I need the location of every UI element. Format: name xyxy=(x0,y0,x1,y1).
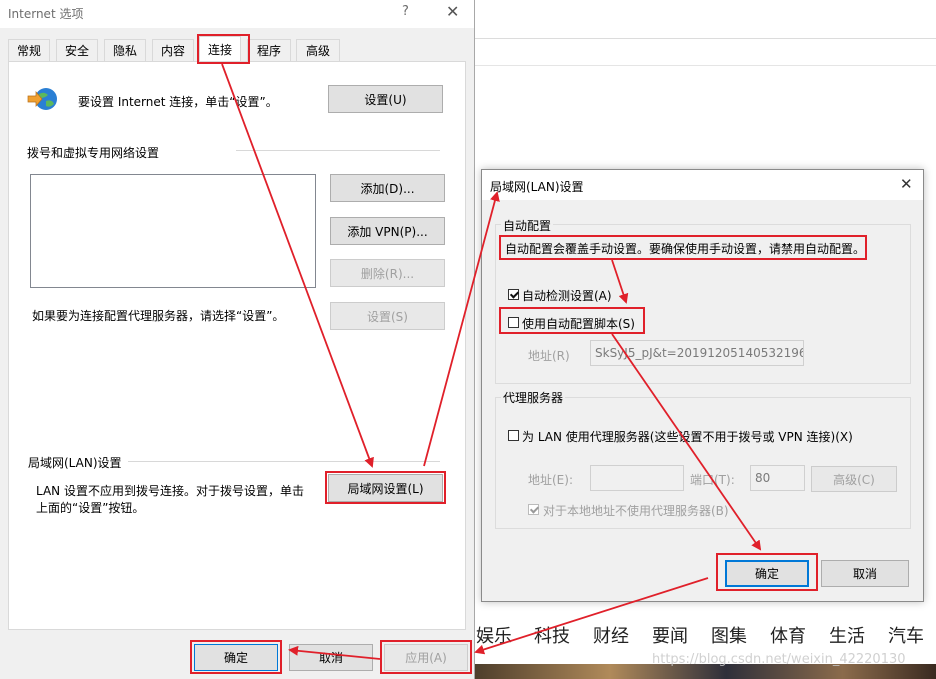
proxy-hint-text: 如果要为连接配置代理服务器，请选择“设置”。 xyxy=(32,309,285,323)
tab-privacy[interactable]: 隐私 xyxy=(104,39,146,61)
lan-title-bar: 局域网(LAN)设置 ✕ xyxy=(482,170,923,200)
setup-button[interactable]: 设置(U) xyxy=(328,85,443,113)
use-proxy-checkbox[interactable] xyxy=(508,430,519,441)
background-top-bar xyxy=(470,0,936,39)
dialup-heading: 拨号和虚拟专用网络设置 xyxy=(27,146,160,160)
lan-settings-dialog: 局域网(LAN)设置 ✕ 自动配置 自动配置会覆盖手动设置。要确保使用手动设置，… xyxy=(481,169,924,602)
bypass-local-label[interactable]: 对于本地地址不使用代理服务器(B) xyxy=(543,502,729,519)
port-field[interactable]: 80 xyxy=(750,465,805,491)
lan-dialog-title: 局域网(LAN)设置 xyxy=(490,180,584,194)
title-bar: Internet 选项 ? ✕ xyxy=(0,0,474,28)
lan-description-line1: LAN 设置不应用到拨号连接。对于拨号设置，单击 xyxy=(36,484,304,498)
highlight-auto-config-note xyxy=(499,235,867,260)
tab-advanced[interactable]: 高级 xyxy=(296,39,340,61)
script-address-label: 地址(R) xyxy=(528,349,570,363)
highlight-apply xyxy=(380,640,472,674)
nav-item-sports[interactable]: 体育 xyxy=(770,622,806,648)
settings-button[interactable]: 设置(S) xyxy=(330,302,445,330)
highlight-use-script xyxy=(499,307,645,334)
tab-programs[interactable]: 程序 xyxy=(247,39,291,61)
background-second-bar xyxy=(470,39,936,66)
highlight-lan-ok xyxy=(716,553,818,591)
nav-item-tech[interactable]: 科技 xyxy=(534,622,570,648)
lan-cancel-button[interactable]: 取消 xyxy=(821,560,909,587)
tab-security[interactable]: 安全 xyxy=(56,39,98,61)
nav-item-ent[interactable]: 娱乐 xyxy=(476,622,512,648)
nav-item-life[interactable]: 生活 xyxy=(829,622,865,648)
lan-description-line2: 上面的“设置”按钮。 xyxy=(36,501,145,515)
script-address-field[interactable]: SkSyJ5_pJ&t=20191205140532196​2 xyxy=(590,340,804,366)
tab-general[interactable]: 常规 xyxy=(8,39,50,61)
internet-options-dialog: Internet 选项 ? ✕ 常规 安全 隐私 内容 连接 程序 高级 要设置… xyxy=(0,0,475,679)
advanced-button[interactable]: 高级(C) xyxy=(811,466,897,492)
proxy-address-field[interactable] xyxy=(590,465,684,491)
lan-close-icon[interactable]: ✕ xyxy=(900,175,913,193)
proxy-address-label: 地址(E): xyxy=(528,473,573,487)
port-label: 端口(T): xyxy=(690,473,735,487)
setup-text: 要设置 Internet 连接，单击“设置”。 xyxy=(78,95,278,109)
add-vpn-button[interactable]: 添加 VPN(P)... xyxy=(330,217,445,245)
nav-item-finance[interactable]: 财经 xyxy=(593,622,629,648)
highlight-ok xyxy=(190,640,282,674)
nav-item-auto[interactable]: 汽车 xyxy=(888,622,924,648)
tab-content[interactable]: 内容 xyxy=(152,39,194,61)
close-icon[interactable]: ✕ xyxy=(446,2,459,21)
cancel-button[interactable]: 取消 xyxy=(289,644,373,671)
dialog-title: Internet 选项 xyxy=(8,7,84,21)
auto-config-heading: 自动配置 xyxy=(501,217,554,234)
highlight-lan-settings-button xyxy=(325,471,446,504)
internet-globe-icon xyxy=(26,86,60,112)
proxy-heading: 代理服务器 xyxy=(501,389,566,406)
nav-item-gallery[interactable]: 图集 xyxy=(711,622,747,648)
lan-heading: 局域网(LAN)设置 xyxy=(28,456,122,470)
nav-item-news[interactable]: 要闻 xyxy=(652,622,688,648)
remove-button[interactable]: 删除(R)... xyxy=(330,259,445,287)
lan-divider xyxy=(128,461,440,462)
watermark: https://blog.csdn.net/weixin_42220130 xyxy=(652,652,906,667)
connection-list[interactable] xyxy=(30,174,316,288)
use-proxy-label[interactable]: 为 LAN 使用代理服务器(这些设置不用于拨号或 VPN 连接)(X) xyxy=(522,428,853,445)
auto-detect-checkbox[interactable] xyxy=(508,289,519,300)
help-button[interactable]: ? xyxy=(402,4,409,19)
add-button[interactable]: 添加(D)... xyxy=(330,174,445,202)
bypass-local-checkbox[interactable] xyxy=(528,504,539,515)
highlight-connections-tab xyxy=(197,34,250,64)
dialup-divider xyxy=(236,150,440,151)
auto-detect-label[interactable]: 自动检测设置(A) xyxy=(522,287,612,304)
